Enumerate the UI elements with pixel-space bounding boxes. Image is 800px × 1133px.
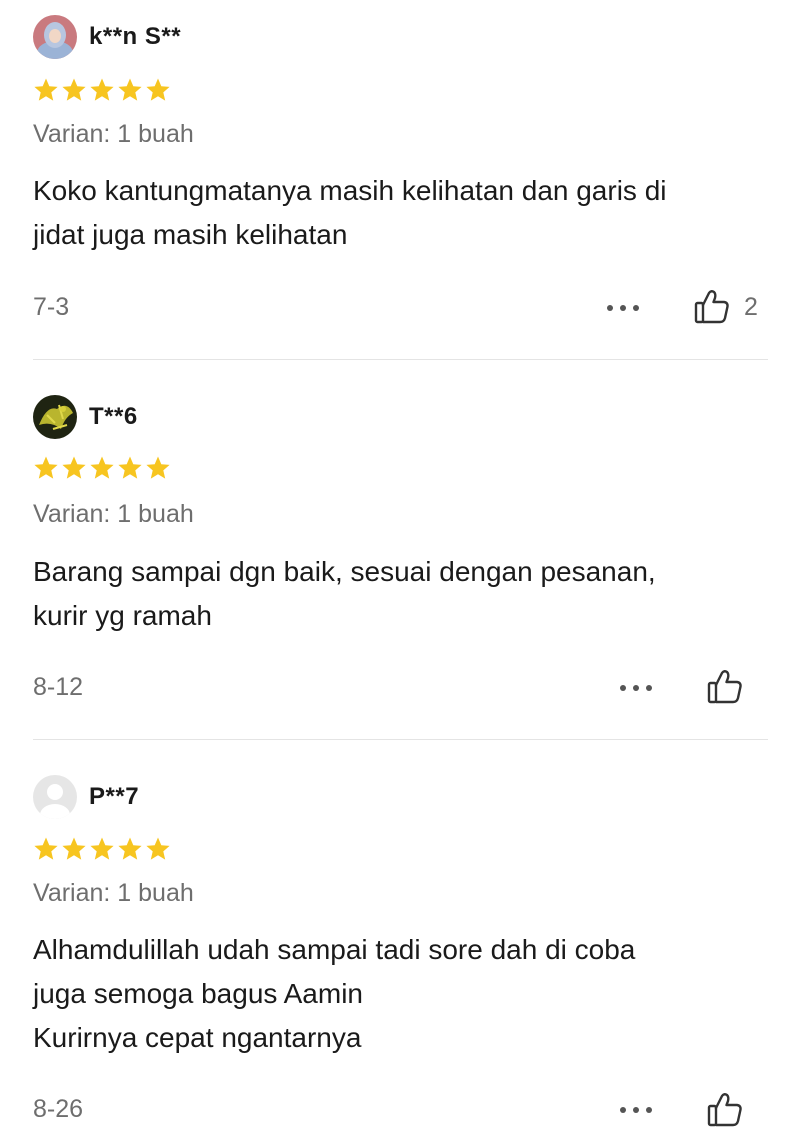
more-options-button[interactable] [616,676,656,700]
reviewer-name: T**6 [89,403,138,430]
star-icon [146,456,170,479]
review-date: 7-3 [33,293,70,321]
more-options-icon [620,1107,626,1113]
avatar[interactable] [33,395,77,439]
star-icon [90,837,114,860]
review-text: Alhamdulillah udah sampai tadi sore dah … [33,928,763,1060]
like-button[interactable] [705,667,757,707]
review-text-line: Kurirnya cepat ngantarnya [33,1022,362,1053]
reviewer-row: k**n S** [33,14,181,60]
divider [33,739,768,740]
like-button[interactable] [705,1090,757,1130]
rating-stars [33,836,171,862]
avatar[interactable] [33,15,77,59]
review-text: Koko kantungmatanya masih kelihatan dan … [33,169,763,257]
variant-label: Varian: 1 buah [33,120,194,148]
review-text-line: jidat juga masih kelihatan [33,219,348,250]
thumbs-up-icon [707,1093,742,1127]
variant-label: Varian: 1 buah [33,879,194,907]
star-icon [118,456,142,479]
review-date: 8-12 [33,673,84,701]
star-icon [34,78,58,101]
star-icon [118,78,142,101]
star-icon [62,837,86,860]
star-icon [118,837,142,860]
rating-stars [33,77,171,103]
more-options-icon [620,685,626,691]
review-text-line: kurir yg ramah [33,600,212,631]
review-text: Barang sampai dgn baik, sesuai dengan pe… [33,550,763,638]
reviewer-name: k**n S** [89,23,182,50]
review-text-line: juga semoga bagus Aamin [33,978,363,1009]
like-count: 2 [744,292,758,321]
reviewer-row: T**6 [33,394,138,440]
star-icon [90,78,114,101]
thumbs-up-icon [694,290,729,324]
more-options-button[interactable] [616,1098,656,1122]
review-date: 8-26 [33,1095,84,1123]
divider [33,359,768,360]
star-icon [34,456,58,479]
rating-stars [33,455,171,481]
star-icon [90,456,114,479]
more-options-button[interactable] [603,296,643,320]
star-icon [62,78,86,101]
variant-label: Varian: 1 buah [33,500,194,528]
star-icon [34,837,58,860]
star-icon [146,78,170,101]
more-options-icon [607,305,613,311]
review-text-line: Koko kantungmatanya masih kelihatan dan … [33,175,667,206]
reviewer-row: P**7 [33,774,139,820]
star-icon [146,837,170,860]
avatar[interactable] [33,775,77,819]
review-text-line: Alhamdulillah udah sampai tadi sore dah … [33,934,636,965]
star-icon [62,456,86,479]
like-button[interactable]: 2 [692,287,758,327]
thumbs-up-icon [707,670,742,704]
reviewer-name: P**7 [89,783,140,810]
review-text-line: Barang sampai dgn baik, sesuai dengan pe… [33,556,656,587]
